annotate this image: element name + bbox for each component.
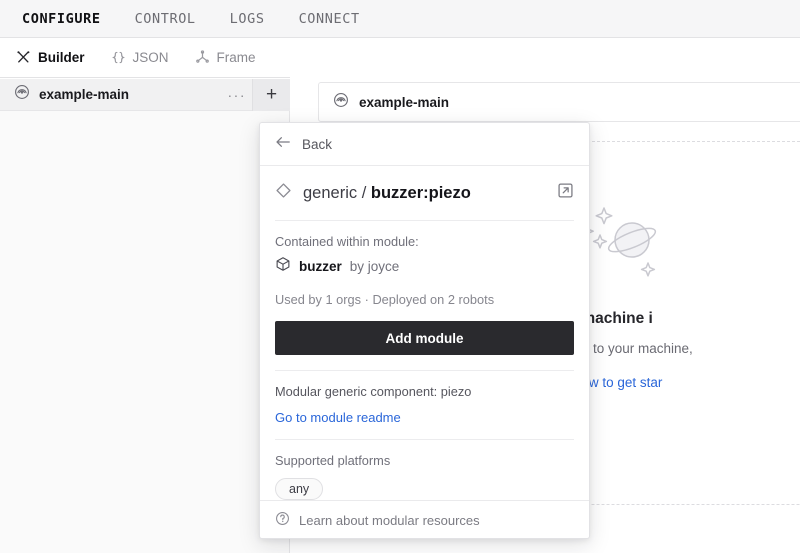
supported-platforms-label: Supported platforms bbox=[275, 453, 391, 468]
add-module-button[interactable]: Add module bbox=[275, 321, 574, 355]
module-owner-by: by joyce bbox=[349, 259, 400, 274]
module-detail-modal: Back generic / buzzer:piezo Contained wi… bbox=[259, 122, 590, 539]
module-name: buzzer:piezo bbox=[370, 183, 471, 202]
modal-back-label: Back bbox=[302, 136, 333, 152]
module-title-row: generic / buzzer:piezo bbox=[275, 166, 574, 220]
question-circle-icon bbox=[275, 511, 290, 531]
module-usage-stats: Used by 1 orgs · Deployed on 2 robots bbox=[275, 292, 495, 307]
tab-builder-label: Builder bbox=[38, 50, 85, 65]
app-root: CONFIGURE CONTROL LOGS CONNECT Builder J… bbox=[0, 0, 800, 553]
modal-body: generic / buzzer:piezo Contained within … bbox=[260, 166, 589, 500]
tab-json-label: JSON bbox=[132, 50, 169, 65]
add-resource-button[interactable]: + bbox=[252, 79, 290, 111]
tab-builder[interactable]: Builder bbox=[16, 50, 85, 65]
contained-section: Contained within module: buzzer by joyce bbox=[275, 221, 574, 277]
frame-axis-icon bbox=[195, 50, 210, 65]
sidebar-item-label: example-main bbox=[39, 87, 130, 102]
primary-tabbar: CONFIGURE CONTROL LOGS CONNECT bbox=[0, 0, 800, 38]
tab-control[interactable]: CONTROL bbox=[135, 11, 196, 27]
sidebar-item-example-main[interactable]: example-main ··· + bbox=[0, 79, 290, 111]
platform-chip-any: any bbox=[275, 478, 324, 500]
tab-connect[interactable]: CONNECT bbox=[299, 11, 360, 27]
machine-signal-icon bbox=[14, 84, 30, 105]
sidebar-item-menu-button[interactable]: ··· bbox=[228, 79, 247, 111]
modal-back-button[interactable]: Back bbox=[260, 123, 589, 166]
modal-footer-label: Learn about modular resources bbox=[299, 513, 480, 528]
module-title-separator: / bbox=[357, 183, 371, 202]
tab-frame[interactable]: Frame bbox=[195, 50, 256, 65]
tab-json[interactable]: JSON bbox=[111, 50, 169, 65]
machine-header-label: example-main bbox=[359, 94, 450, 110]
machine-header-card[interactable]: example-main bbox=[318, 82, 800, 122]
tab-logs[interactable]: LOGS bbox=[230, 11, 265, 27]
tab-configure[interactable]: CONFIGURE bbox=[22, 11, 101, 27]
machine-signal-icon bbox=[333, 92, 349, 113]
tools-icon bbox=[16, 50, 31, 65]
braces-icon bbox=[111, 50, 126, 65]
module-title: generic / buzzer:piezo bbox=[303, 184, 471, 203]
package-cube-icon bbox=[275, 256, 291, 277]
modal-footer[interactable]: Learn about modular resources bbox=[260, 500, 589, 538]
module-description: Modular generic component: piezo bbox=[275, 384, 472, 399]
external-link-icon[interactable] bbox=[557, 182, 574, 204]
contained-label: Contained within module: bbox=[275, 234, 419, 249]
module-owner-name: buzzer bbox=[299, 259, 342, 274]
module-namespace: generic bbox=[303, 183, 358, 202]
arrow-left-icon bbox=[275, 135, 291, 154]
module-readme-link[interactable]: Go to module readme bbox=[275, 399, 574, 439]
resource-sidebar: example-main ··· + bbox=[0, 79, 290, 553]
module-owner-row: buzzer by joyce bbox=[275, 256, 574, 277]
view-mode-toolbar: Builder JSON Frame bbox=[0, 38, 290, 78]
diamond-icon bbox=[275, 182, 292, 204]
tab-frame-label: Frame bbox=[216, 50, 256, 65]
